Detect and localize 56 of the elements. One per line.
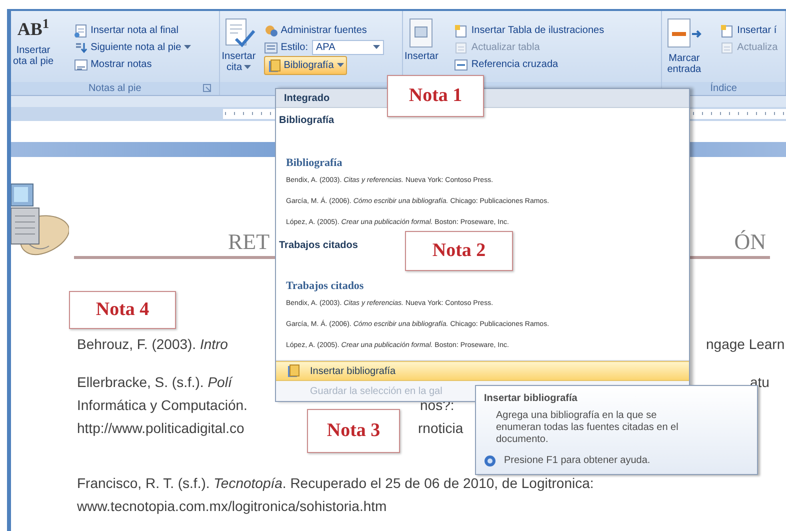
tooltip-text: Agrega una bibliografía en la que se enumeran todas las fuentes citadas en el documento. xyxy=(495,410,680,446)
style-icon xyxy=(264,40,278,54)
bibliography-button[interactable]: Bibliografía xyxy=(264,56,347,75)
ribbon-button[interactable]: Referencia cruzada xyxy=(454,56,604,73)
preview-heading[interactable]: Bibliografía xyxy=(286,156,342,170)
menu-item[interactable]: Insertar bibliografía xyxy=(276,361,689,381)
group-label: Índice xyxy=(710,82,737,95)
table-icon xyxy=(720,24,734,38)
book-icon xyxy=(286,364,300,378)
note-label: Nota 2 xyxy=(405,231,513,271)
ribbon-button[interactable]: Insertar Tabla de ilustraciones xyxy=(454,22,604,39)
reference-text: ngage Learn xyxy=(706,335,785,354)
large-button[interactable]: Insertar xyxy=(402,11,440,62)
ribbon-button[interactable]: Insertar í xyxy=(720,22,778,39)
gallery-label: Trabajos citados xyxy=(278,239,358,253)
ribbon-button[interactable]: Mostrar notas xyxy=(74,56,192,73)
ribbon-button[interactable]: Siguiente nota al pie xyxy=(74,39,192,56)
caret-icon xyxy=(184,45,192,50)
footnote-icon: AB$^{1}$ xyxy=(17,17,50,41)
reference-text: Informática y Computación. xyxy=(77,397,248,413)
tooltip-title: Insertar bibliografía xyxy=(484,392,578,405)
reference-text: http://www.politicadigital.co xyxy=(77,420,244,436)
caret-icon xyxy=(244,65,252,70)
large-button[interactable]: AB$^{1}$ Insertar ota al pie xyxy=(11,11,56,67)
group-label: Notas al pie xyxy=(88,82,142,95)
style-select[interactable]: APA xyxy=(312,40,384,55)
caret-icon xyxy=(372,45,380,50)
title-text: ÓN xyxy=(734,228,766,256)
style-label: Estilo: xyxy=(280,41,308,55)
book-icon xyxy=(266,58,281,72)
note-label: Nota 4 xyxy=(69,291,176,329)
help-icon xyxy=(484,454,496,466)
gallery-label: Bibliografía xyxy=(278,114,334,128)
table-icon xyxy=(454,24,468,38)
reference-text: rnoticia xyxy=(418,419,464,438)
title-text: RET xyxy=(228,228,270,256)
update-icon xyxy=(720,40,734,54)
ribbon-button[interactable]: Insertar nota al final xyxy=(74,22,192,39)
update-icon xyxy=(454,40,468,54)
ribbon-button[interactable]: Administrar fuentes xyxy=(264,22,384,39)
caret-icon xyxy=(336,63,344,68)
launcher-icon[interactable] xyxy=(202,84,211,92)
reference-text: www.tecnotopia.com.mx/logitronica/sohistoria.htm xyxy=(77,498,387,514)
note-label: Nota 3 xyxy=(307,409,400,453)
preview-heading[interactable]: Trabajos citados xyxy=(286,279,364,293)
reference-icon xyxy=(454,58,468,72)
reference-text: Ellerbracke, S. (s.f.). Polí xyxy=(77,374,232,390)
large-button[interactable]: Insertar cita xyxy=(220,11,258,73)
arrow-down-icon xyxy=(74,40,88,54)
reference-text: Francisco, R. T. (s.f.). Tecnotopía. Recuperado el 25 de 06 de 2010, de Logitronica: xyxy=(77,475,594,491)
reference-text: Behrouz, F. (2003). Intro xyxy=(77,336,228,352)
large-button[interactable]: Marcar entrada xyxy=(662,11,706,75)
note-label: Nota 1 xyxy=(387,75,484,117)
notes-icon xyxy=(74,58,88,72)
tooltip-help-text: Presione F1 para obtener ayuda. xyxy=(504,454,650,467)
note-icon xyxy=(74,24,88,38)
